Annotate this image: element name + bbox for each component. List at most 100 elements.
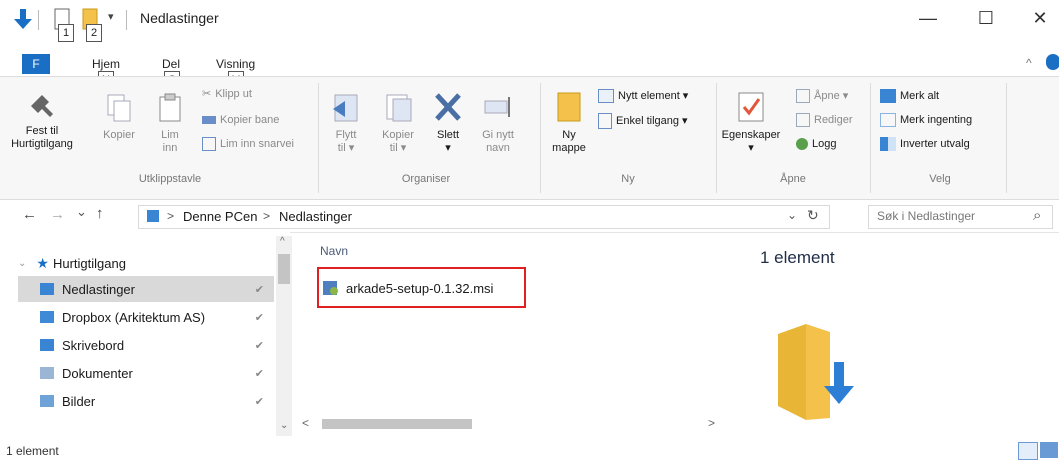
recent-locations-button[interactable]: ⌄ (76, 204, 87, 220)
history-button[interactable]: Logg (796, 137, 836, 151)
scrollbar-thumb[interactable] (322, 419, 472, 429)
new-folder-button[interactable]: Ny mappe (546, 91, 592, 155)
paste-button[interactable]: Lim inn (148, 93, 192, 155)
select-none-icon (880, 113, 896, 127)
pin-icon: ✔ (254, 283, 264, 296)
address-input[interactable]: > Denne PCen > Nedlastinger ⌄ ↻ (138, 205, 830, 229)
new-group-label: Ny (621, 173, 635, 185)
select-all-button[interactable]: Merk alt (880, 89, 939, 103)
copy-to-button[interactable]: Kopier til ▾ (376, 91, 420, 155)
select-none-label: Merk ingenting (900, 114, 973, 126)
move-to-label: Flytt til ▾ (335, 129, 357, 154)
select-none-button[interactable]: Merk ingenting (880, 113, 972, 127)
pin-icon: ✔ (254, 311, 264, 324)
clipboard-group-label: Utklippstavle (138, 173, 202, 185)
organize-group-label: Organiser (401, 173, 451, 185)
downloads-folder-icon (40, 283, 54, 295)
select-group-label: Velg (929, 173, 951, 185)
nav-item-desktop[interactable]: Skrivebord ✔ (18, 332, 274, 358)
tab-view[interactable]: Visning (216, 57, 255, 71)
breadcrumb-downloads[interactable]: Nedlastinger (279, 209, 352, 224)
pin-quick-access-button[interactable]: Fest til Hurtigtilgang (6, 93, 78, 151)
tab-home[interactable]: Hjem (92, 57, 120, 71)
nav-item-label: Dropbox (Arkitektum AS) (62, 309, 206, 325)
scroll-up-icon[interactable]: ^ (280, 236, 285, 247)
breadcrumb-this-pc[interactable]: Denne PCen (183, 209, 257, 224)
scroll-down-icon[interactable]: ⌄ (280, 420, 288, 431)
move-to-button[interactable]: Flytt til ▾ (326, 91, 366, 155)
edit-button[interactable]: Rediger (796, 113, 853, 127)
ribbon: Fest til Hurtigtilgang Kopier Lim inn ✂ … (0, 76, 1059, 200)
forward-button[interactable]: → (50, 206, 65, 223)
nav-item-documents[interactable]: Dokumenter ✔ (18, 360, 274, 386)
minimize-button[interactable]: — (908, 8, 948, 29)
title-divider (126, 10, 127, 30)
new-folder-label: Ny mappe (552, 129, 586, 154)
nav-item-label: Skrivebord (62, 337, 125, 353)
history-icon (796, 138, 808, 150)
ribbon-separator (1006, 83, 1007, 193)
tab-file[interactable]: F (22, 54, 50, 74)
keytip-1: 1 (58, 24, 74, 42)
properties-check-icon (738, 92, 764, 122)
copy-button[interactable]: Kopier (96, 93, 142, 142)
search-placeholder: Søk i Nedlastinger (877, 209, 976, 223)
cut-button[interactable]: ✂ Klipp ut (202, 87, 252, 101)
nav-item-pictures[interactable]: Bilder ✔ (18, 388, 274, 414)
star-icon: ★ (36, 254, 49, 271)
pin-icon: ✔ (254, 339, 264, 352)
search-input[interactable]: Søk i Nedlastinger ⌕ (868, 205, 1053, 229)
qat-dropdown-icon[interactable]: ▾ (108, 10, 114, 23)
address-dropdown-icon[interactable]: ⌄ (787, 208, 797, 222)
file-horizontal-scrollbar[interactable]: < > (296, 416, 726, 432)
scissors-icon: ✂ (202, 88, 212, 100)
scrollbar-thumb[interactable] (278, 254, 290, 284)
address-bar: ← → ⌄ ↑ > Denne PCen > Nedlastinger ⌄ ↻ … (0, 200, 1059, 233)
open-button[interactable]: Åpne ▾ (796, 89, 848, 103)
open-label: Åpne ▾ (814, 90, 849, 102)
dropbox-icon (40, 311, 54, 323)
search-icon[interactable]: ⌕ (1033, 207, 1041, 224)
column-header-name[interactable]: Navn (320, 244, 348, 258)
status-item-count: 1 element (6, 444, 59, 458)
collapse-ribbon-icon[interactable]: ^ (1026, 56, 1032, 70)
back-button[interactable]: ← (22, 206, 37, 223)
scroll-left-icon[interactable]: < (302, 416, 309, 430)
rename-button[interactable]: Gi nytt navn (476, 91, 520, 155)
scroll-right-icon[interactable]: > (708, 416, 715, 430)
large-icons-view-icon[interactable] (1040, 442, 1058, 458)
nav-quick-access[interactable]: ⌄ ★ Hurtigtilgang (18, 250, 274, 276)
close-button[interactable]: ✕ (1020, 8, 1059, 29)
easy-access-button[interactable]: Enkel tilgang ▾ (598, 113, 688, 129)
new-item-button[interactable]: Nytt element ▾ (598, 89, 688, 103)
highlight-box (317, 267, 526, 308)
preview-item-count: 1 element (760, 248, 835, 267)
invert-selection-button[interactable]: Inverter utvalg (880, 137, 970, 151)
new-folder-icon (557, 92, 581, 122)
breadcrumb-separator: > (263, 209, 271, 223)
maximize-button[interactable]: ☐ (966, 8, 1006, 29)
delete-button[interactable]: Slett ▾ (430, 91, 466, 155)
open-icon (796, 89, 810, 103)
up-button[interactable]: ↑ (96, 205, 104, 222)
properties-button[interactable]: Egenskaper ▾ (720, 91, 782, 155)
file-list: Navn arkade5-setup-0.1.32.msi (296, 232, 730, 440)
nav-item-downloads[interactable]: Nedlastinger ✔ (18, 276, 274, 302)
help-icon[interactable] (1046, 54, 1059, 70)
paste-shortcut-button[interactable]: Lim inn snarvei (202, 137, 294, 151)
nav-item-dropbox[interactable]: Dropbox (Arkitektum AS) ✔ (18, 304, 274, 330)
details-view-icon[interactable] (1018, 442, 1038, 460)
download-arrow-icon (14, 9, 32, 29)
qat-divider (38, 10, 39, 30)
refresh-button[interactable]: ↻ (807, 207, 819, 224)
navigation-pane: ⌄ ★ Hurtigtilgang Nedlastinger ✔ Dropbox… (0, 232, 290, 440)
new-item-label: Nytt element ▾ (618, 90, 689, 102)
breadcrumb-separator: > (167, 209, 175, 223)
tab-share[interactable]: Del (162, 57, 180, 71)
delete-x-icon (435, 93, 461, 121)
copy-path-button[interactable]: Kopier bane (202, 113, 279, 127)
nav-vertical-scrollbar[interactable]: ^ ⌄ (276, 236, 292, 436)
copy-icon (107, 94, 131, 122)
invert-selection-icon (880, 137, 896, 151)
window-title: Nedlastinger (140, 10, 219, 26)
